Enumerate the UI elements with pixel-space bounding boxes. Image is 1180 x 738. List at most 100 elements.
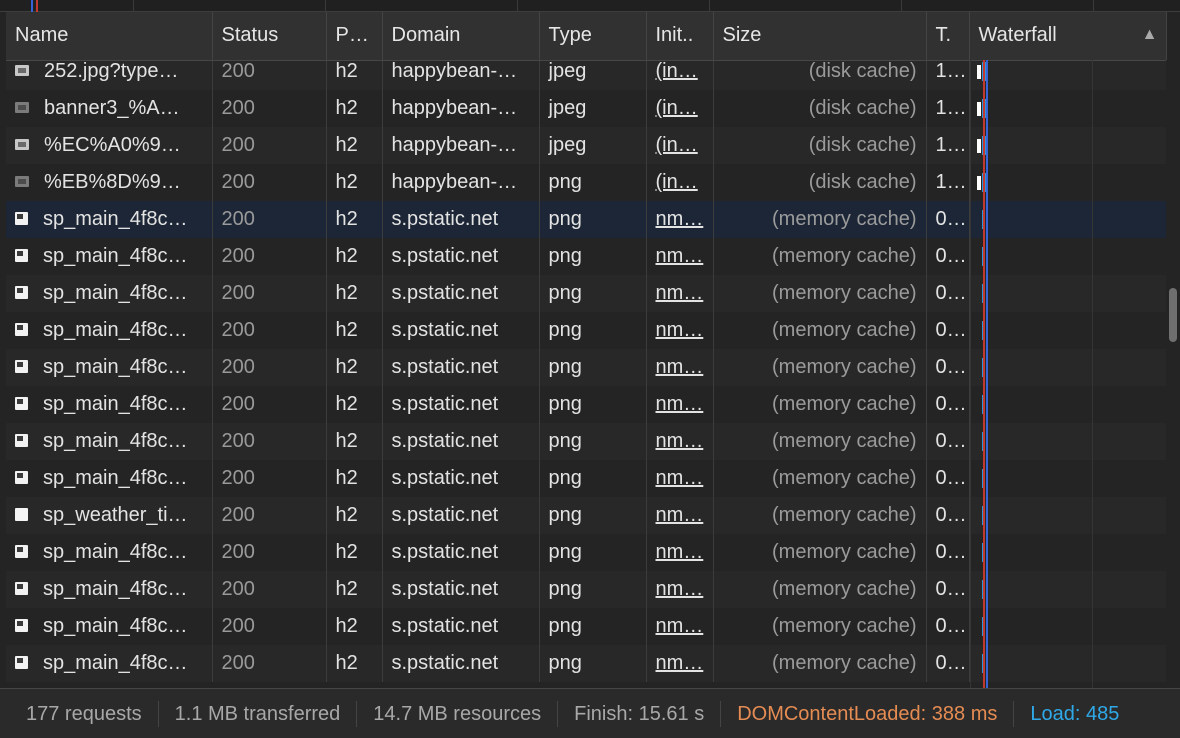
- column-header-initiator[interactable]: Init..: [646, 12, 714, 61]
- request-row[interactable]: sp_main_4f8c… 200 h2 s.pstatic.net png nm… (me…: [6, 275, 1167, 312]
- image-icon: [15, 102, 29, 114]
- column-header-type[interactable]: Type: [539, 12, 647, 61]
- request-row[interactable]: sp_main_4f8c… 200 h2 s.pstatic.net png nm… (me…: [6, 349, 1167, 386]
- request-waterfall[interactable]: [969, 164, 1167, 201]
- request-row[interactable]: %EC%A0%9… 200 h2 happybean-… jpeg (in… (disk c…: [6, 127, 1167, 164]
- request-name-cell[interactable]: sp_main_4f8c…: [6, 645, 213, 682]
- request-domain: s.pstatic.net: [382, 275, 540, 312]
- request-initiator-link[interactable]: nm…: [646, 349, 714, 386]
- column-header-name[interactable]: Name: [6, 12, 213, 61]
- request-row[interactable]: sp_main_4f8c… 200 h2 s.pstatic.net png nm… (me…: [6, 312, 1167, 349]
- column-header-domain[interactable]: Domain: [382, 12, 540, 61]
- request-waterfall[interactable]: [969, 645, 1167, 682]
- column-header-label: Name: [15, 24, 69, 47]
- request-name-cell[interactable]: %EB%8D%9…: [6, 164, 213, 201]
- request-time: 1…: [926, 127, 970, 164]
- request-type: png: [539, 349, 647, 386]
- column-header-size[interactable]: Size: [713, 12, 927, 61]
- request-waterfall[interactable]: [969, 571, 1167, 608]
- request-name-cell[interactable]: sp_main_4f8c…: [6, 534, 213, 571]
- summary-transferred: 1.1 MB transferred: [159, 700, 358, 727]
- column-header-label: Init..: [655, 24, 694, 47]
- request-row[interactable]: sp_main_4f8c… 200 h2 s.pstatic.net png nm… (me…: [6, 423, 1167, 460]
- column-header-waterfall[interactable]: Waterfall ▲: [969, 12, 1167, 61]
- request-initiator-link[interactable]: (in…: [646, 164, 714, 201]
- request-status: 200: [212, 349, 327, 386]
- request-status: 200: [212, 238, 327, 275]
- request-row[interactable]: banner3_%A… 200 h2 happybean-… jpeg (in… (disk…: [6, 90, 1167, 127]
- column-header-protocol[interactable]: P…: [326, 12, 383, 61]
- request-initiator-link[interactable]: nm…: [646, 386, 714, 423]
- request-name-cell[interactable]: sp_main_4f8c…: [6, 423, 213, 460]
- request-waterfall[interactable]: [969, 312, 1167, 349]
- request-name-cell[interactable]: sp_main_4f8c…: [6, 201, 213, 238]
- request-waterfall[interactable]: [969, 534, 1167, 571]
- request-domain: happybean-…: [382, 90, 540, 127]
- request-waterfall[interactable]: [969, 127, 1167, 164]
- request-domain: s.pstatic.net: [382, 460, 540, 497]
- overview-timeline-strip[interactable]: [0, 0, 1180, 12]
- request-name-cell[interactable]: sp_main_4f8c…: [6, 386, 213, 423]
- request-waterfall[interactable]: [969, 201, 1167, 238]
- request-row[interactable]: sp_main_4f8c… 200 h2 s.pstatic.net png nm… (me…: [6, 608, 1167, 645]
- network-summary-bar: 177 requests 1.1 MB transferred 14.7 MB …: [0, 688, 1180, 738]
- request-row[interactable]: %EB%8D%9… 200 h2 happybean-… png (in… (disk ca…: [6, 164, 1167, 201]
- request-time: 0…: [926, 349, 970, 386]
- request-waterfall[interactable]: [969, 90, 1167, 127]
- request-name: sp_main_4f8c…: [43, 615, 188, 637]
- request-waterfall[interactable]: [969, 238, 1167, 275]
- request-row[interactable]: sp_main_4f8c… 200 h2 s.pstatic.net png nm… (me…: [6, 386, 1167, 423]
- request-initiator-link[interactable]: nm…: [646, 312, 714, 349]
- column-header-time[interactable]: T.: [926, 12, 970, 61]
- request-row[interactable]: sp_main_4f8c… 200 h2 s.pstatic.net png nm… (me…: [6, 571, 1167, 608]
- scrollbar-thumb[interactable]: [1169, 288, 1177, 342]
- request-initiator-link[interactable]: nm…: [646, 608, 714, 645]
- request-initiator-link[interactable]: nm…: [646, 534, 714, 571]
- request-type: png: [539, 312, 647, 349]
- request-type: png: [539, 534, 647, 571]
- request-row[interactable]: sp_main_4f8c… 200 h2 s.pstatic.net png nm… (me…: [6, 645, 1167, 682]
- waterfall-time-divider: [970, 60, 971, 688]
- request-name-cell[interactable]: sp_main_4f8c…: [6, 238, 213, 275]
- request-name-cell[interactable]: sp_main_4f8c…: [6, 275, 213, 312]
- request-name-cell[interactable]: sp_weather_ti…: [6, 497, 213, 534]
- request-waterfall[interactable]: [969, 423, 1167, 460]
- request-waterfall[interactable]: [969, 275, 1167, 312]
- request-waterfall[interactable]: [969, 608, 1167, 645]
- request-initiator-link[interactable]: (in…: [646, 90, 714, 127]
- request-initiator-link[interactable]: nm…: [646, 275, 714, 312]
- request-name-cell[interactable]: banner3_%A…: [6, 90, 213, 127]
- request-name-cell[interactable]: %EC%A0%9…: [6, 127, 213, 164]
- request-waterfall[interactable]: [969, 497, 1167, 534]
- request-waterfall[interactable]: [969, 460, 1167, 497]
- request-initiator-link[interactable]: nm…: [646, 238, 714, 275]
- request-initiator-link[interactable]: nm…: [646, 497, 714, 534]
- request-waterfall[interactable]: [969, 386, 1167, 423]
- image-icon: [15, 176, 29, 188]
- request-initiator-link[interactable]: nm…: [646, 201, 714, 238]
- request-protocol: h2: [326, 312, 383, 349]
- request-name: sp_main_4f8c…: [43, 208, 188, 230]
- request-row[interactable]: sp_main_4f8c… 200 h2 s.pstatic.net png nm… (me…: [6, 201, 1167, 238]
- request-initiator-link[interactable]: nm…: [646, 571, 714, 608]
- request-row[interactable]: sp_weather_ti… 200 h2 s.pstatic.net png nm… (m…: [6, 497, 1167, 534]
- request-row[interactable]: sp_main_4f8c… 200 h2 s.pstatic.net png nm… (me…: [6, 238, 1167, 275]
- request-initiator-link[interactable]: nm…: [646, 460, 714, 497]
- request-initiator-link[interactable]: (in…: [646, 127, 714, 164]
- request-name: sp_main_4f8c…: [43, 541, 188, 563]
- request-name-cell[interactable]: sp_main_4f8c…: [6, 312, 213, 349]
- request-row[interactable]: sp_main_4f8c… 200 h2 s.pstatic.net png nm… (me…: [6, 460, 1167, 497]
- request-name-cell[interactable]: sp_main_4f8c…: [6, 608, 213, 645]
- table-scrollbar[interactable]: [1166, 60, 1180, 688]
- timeline-load-marker: [31, 0, 33, 12]
- waterfall-load-line: [986, 60, 988, 688]
- request-name-cell[interactable]: sp_main_4f8c…: [6, 460, 213, 497]
- request-name-cell[interactable]: sp_main_4f8c…: [6, 349, 213, 386]
- request-row[interactable]: sp_main_4f8c… 200 h2 s.pstatic.net png nm… (me…: [6, 534, 1167, 571]
- request-initiator-link[interactable]: nm…: [646, 423, 714, 460]
- column-header-status[interactable]: Status: [212, 12, 327, 61]
- request-initiator-link[interactable]: nm…: [646, 645, 714, 682]
- request-size: (disk cache): [713, 90, 927, 127]
- request-name-cell[interactable]: sp_main_4f8c…: [6, 571, 213, 608]
- request-waterfall[interactable]: [969, 349, 1167, 386]
